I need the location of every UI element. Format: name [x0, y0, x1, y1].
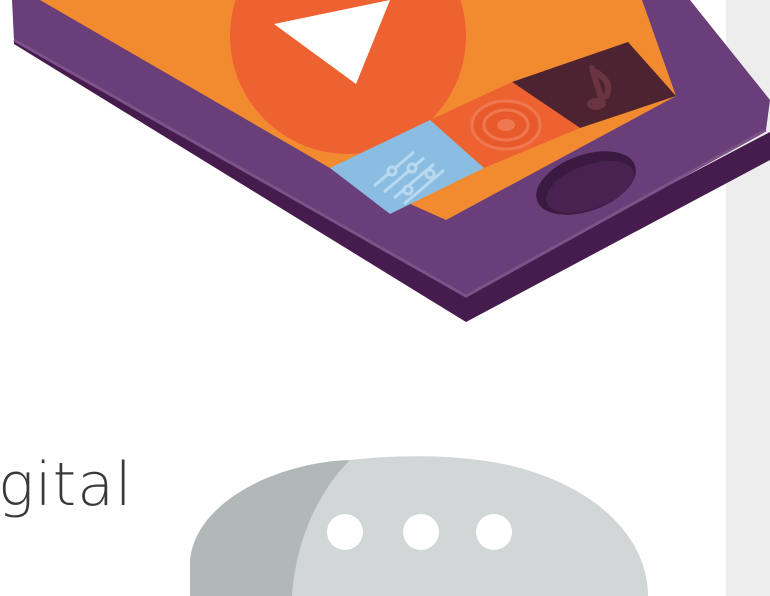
- chat-bubble-illustration: [190, 456, 648, 596]
- speaker-icon: [470, 99, 542, 151]
- smartphone-illustration: [12, 0, 770, 322]
- typing-dots-icon: [327, 514, 512, 550]
- partial-heading-text: gital: [0, 450, 133, 520]
